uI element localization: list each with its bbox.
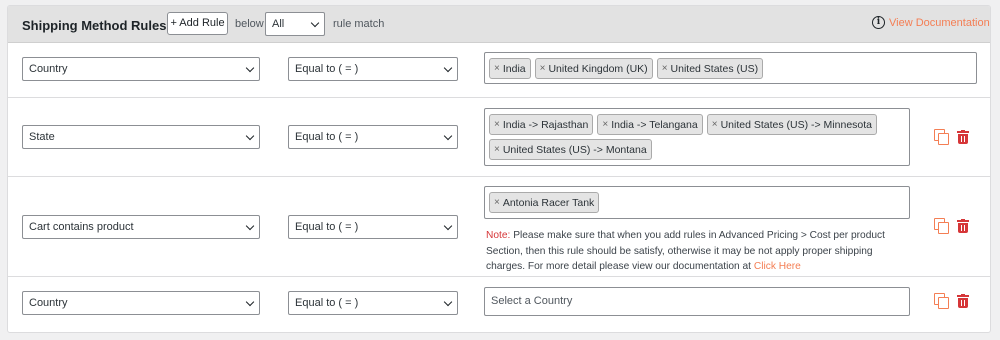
chevron-down-icon: [245, 297, 255, 307]
rule-operator-select[interactable]: Equal to ( = ): [288, 57, 458, 81]
rule-values-multiselect[interactable]: × India -> Rajasthan × India -> Telangana × U…: [484, 108, 910, 166]
rule-actions: [934, 218, 969, 234]
rule-field-value: Country: [29, 297, 68, 309]
rule-row-2: State Equal to ( = ) × India -> Rajasthan…: [8, 98, 990, 177]
selected-value-tag: × United Kingdom (UK): [534, 58, 653, 79]
chevron-down-icon: [245, 131, 255, 141]
rule-row-4: Country Equal to ( = ) Select a Country: [8, 277, 990, 332]
rule-actions: [934, 129, 969, 145]
trash-icon[interactable]: [957, 294, 969, 308]
country-placeholder: Select a Country: [491, 295, 573, 307]
panel-header: Shipping Method Rules + Add Rule below A…: [8, 6, 990, 43]
rule-note: Note: Please make sure that when you add…: [486, 228, 906, 275]
tag-label: United Kingdom (UK): [548, 62, 648, 75]
tag-label: India -> Telangana: [611, 118, 698, 131]
selected-value-tag: × India -> Telangana: [597, 114, 703, 135]
tag-label: India -> Rajasthan: [502, 118, 589, 131]
selected-value-tag: × United States (US): [656, 58, 764, 79]
copy-icon[interactable]: [934, 129, 949, 145]
rule-operator-value: Equal to ( = ): [295, 63, 359, 75]
tag-label: India: [502, 62, 526, 75]
trash-icon[interactable]: [957, 219, 969, 233]
chevron-down-icon: [443, 63, 453, 73]
rule-row-3: Cart contains product Equal to ( = ) × An…: [8, 177, 990, 277]
rule-operator-select[interactable]: Equal to ( = ): [288, 215, 458, 239]
rule-operator-select[interactable]: Equal to ( = ): [288, 291, 458, 315]
rule-operator-value: Equal to ( = ): [295, 221, 359, 233]
note-text: Please make sure that when you add rules…: [486, 230, 885, 272]
tag-label: Antonia Racer Tank: [502, 196, 595, 209]
rule-values-multiselect[interactable]: × India × United Kingdom (UK) × United States…: [484, 52, 977, 84]
rule-field-value: Country: [29, 63, 68, 75]
remove-tag-icon[interactable]: ×: [712, 119, 718, 130]
copy-icon[interactable]: [934, 293, 949, 309]
rule-field-select[interactable]: State: [22, 125, 260, 149]
rule-field-select[interactable]: Country: [22, 291, 260, 315]
rule-operator-select[interactable]: Equal to ( = ): [288, 125, 458, 149]
selected-value-tag: × India: [489, 58, 531, 79]
selected-value-tag: × United States (US) -> Montana: [489, 139, 652, 160]
rule-field-value: Cart contains product: [29, 221, 134, 233]
remove-tag-icon[interactable]: ×: [494, 197, 500, 208]
view-documentation-link[interactable]: i View Documentation: [872, 16, 990, 29]
chevron-down-icon: [443, 297, 453, 307]
info-icon: i: [872, 16, 885, 29]
rule-actions: [934, 293, 969, 309]
rule-row-1: Country Equal to ( = ) × India × United Kin…: [8, 44, 990, 98]
rule-field-value: State: [29, 131, 55, 143]
copy-icon[interactable]: [934, 218, 949, 234]
rule-operator-value: Equal to ( = ): [295, 131, 359, 143]
rule-match-label: rule match: [333, 18, 385, 30]
rule-operator-value: Equal to ( = ): [295, 297, 359, 309]
rule-values-multiselect[interactable]: × Antonia Racer Tank: [484, 186, 910, 219]
chevron-down-icon: [443, 221, 453, 231]
remove-tag-icon[interactable]: ×: [494, 63, 500, 74]
selected-value-tag: × United States (US) -> Minnesota: [706, 114, 878, 135]
chevron-down-icon: [443, 131, 453, 141]
chevron-down-icon: [245, 63, 255, 73]
documentation-click-here-link[interactable]: Click Here: [754, 261, 801, 272]
chevron-down-icon: [310, 18, 320, 28]
rule-field-select[interactable]: Country: [22, 57, 260, 81]
below-label: below: [235, 18, 264, 30]
remove-tag-icon[interactable]: ×: [662, 63, 668, 74]
remove-tag-icon[interactable]: ×: [494, 144, 500, 155]
shipping-rules-panel: Shipping Method Rules + Add Rule below A…: [7, 5, 991, 333]
tag-label: United States (US): [670, 62, 759, 75]
remove-tag-icon[interactable]: ×: [540, 63, 546, 74]
tag-label: United States (US) -> Minnesota: [720, 118, 873, 131]
rule-field-select[interactable]: Cart contains product: [22, 215, 260, 239]
note-label: Note:: [486, 230, 511, 241]
remove-tag-icon[interactable]: ×: [602, 119, 608, 130]
tag-label: United States (US) -> Montana: [502, 143, 647, 156]
add-rule-button[interactable]: + Add Rule: [167, 12, 228, 35]
page-title: Shipping Method Rules: [22, 18, 167, 33]
selected-value-tag: × India -> Rajasthan: [489, 114, 594, 135]
view-documentation-label: View Documentation: [889, 16, 990, 29]
chevron-down-icon: [245, 221, 255, 231]
rule-match-value: All: [272, 18, 285, 30]
selected-value-tag: × Antonia Racer Tank: [489, 192, 600, 213]
rule-match-select[interactable]: All: [265, 12, 325, 36]
trash-icon[interactable]: [957, 130, 969, 144]
remove-tag-icon[interactable]: ×: [494, 119, 500, 130]
country-multiselect[interactable]: Select a Country: [484, 287, 910, 316]
